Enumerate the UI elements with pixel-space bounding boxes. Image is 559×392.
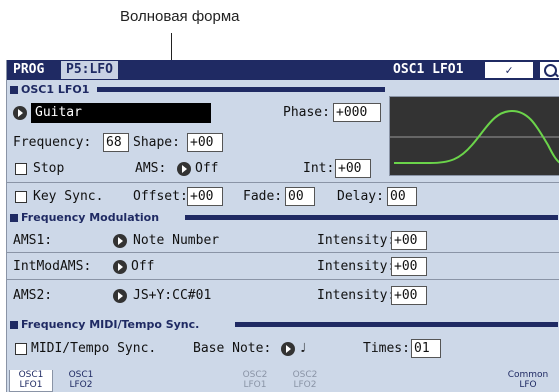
- intensity1-label: Intensity:: [317, 233, 396, 248]
- stop-checkbox[interactable]: [15, 163, 27, 175]
- int-field[interactable]: +00: [335, 159, 371, 178]
- phase-field[interactable]: +000: [333, 103, 381, 122]
- intensity3-field[interactable]: +00: [391, 286, 427, 305]
- int-label: Int:: [303, 161, 335, 176]
- section-marker: [10, 321, 18, 329]
- fade-label: Fade:: [243, 189, 283, 204]
- section-header-frequency-modulation: Frequency Modulation: [7, 211, 559, 224]
- tab-label: LFO1: [243, 380, 267, 390]
- delay-field[interactable]: 00: [387, 187, 417, 206]
- tab-label: OSC2: [242, 370, 268, 380]
- tab-osc2-lfo2[interactable]: OSC2 LFO2: [283, 370, 327, 392]
- tab-label: OSC1: [68, 370, 94, 380]
- key-sync-checkbox[interactable]: [15, 191, 27, 203]
- ams-popup-button[interactable]: [177, 162, 191, 176]
- intmodams-value: Off: [131, 259, 155, 274]
- phase-label: Phase:: [283, 105, 330, 120]
- shape-label: Shape:: [133, 135, 180, 150]
- frequency-field[interactable]: 68: [103, 133, 129, 152]
- search-icon[interactable]: [539, 61, 559, 79]
- ams-value: Off: [195, 161, 219, 176]
- intensity1-field[interactable]: +00: [391, 231, 427, 250]
- section-title: Frequency Modulation: [21, 211, 160, 224]
- ams2-value: JS+Y:CC#01: [133, 288, 212, 303]
- midi-tempo-sync-label: MIDI/Tempo Sync.: [31, 341, 157, 356]
- tab-osc1-lfo2[interactable]: OSC1 LFO2: [59, 370, 103, 392]
- ams1-value: Note Number: [133, 233, 220, 248]
- fade-field[interactable]: 00: [285, 187, 315, 206]
- shape-field[interactable]: +00: [187, 133, 223, 152]
- base-note-popup-button[interactable]: [281, 342, 295, 356]
- section-bar: [235, 322, 558, 327]
- ams1-label: AMS1:: [13, 233, 53, 248]
- mode-label: PROG: [13, 62, 45, 77]
- key-sync-label: Key Sync.: [33, 189, 104, 204]
- tab-label: LFO2: [69, 380, 93, 390]
- tab-label: OSC1: [18, 370, 44, 380]
- tab-label: LFO1: [19, 380, 43, 390]
- section-header-midi-tempo-sync: Frequency MIDI/Tempo Sync.: [7, 318, 559, 331]
- section-marker: [10, 86, 18, 94]
- ams2-popup-button[interactable]: [113, 289, 127, 303]
- waveform-popup-button[interactable]: [13, 106, 27, 120]
- header-bar: PROG P5:LFO OSC1 LFO1 ✓: [7, 60, 559, 80]
- tab-label: Common: [507, 370, 549, 380]
- times-label: Times:: [363, 341, 410, 356]
- section-bar: [185, 215, 558, 220]
- ams2-label: AMS2:: [13, 288, 53, 303]
- ams1-popup-button[interactable]: [113, 234, 127, 248]
- section-title: Frequency MIDI/Tempo Sync.: [21, 318, 200, 331]
- ams-label: AMS:: [135, 161, 167, 176]
- intmodams-label: IntModAMS:: [13, 259, 92, 274]
- tab-label: LFO2: [293, 380, 317, 390]
- page-menu-button[interactable]: ✓: [484, 61, 534, 79]
- page-name: OSC1 LFO1: [393, 62, 464, 77]
- stop-label: Stop: [33, 161, 65, 176]
- waveform-field[interactable]: Guitar: [31, 103, 211, 123]
- offset-field[interactable]: +00: [187, 187, 223, 206]
- tab-common-lfo[interactable]: Common LFO: [501, 370, 555, 392]
- section-title: OSC1 LFO1: [21, 83, 90, 96]
- tab-osc2-lfo1[interactable]: OSC2 LFO1: [233, 370, 277, 392]
- base-note-value: ♩: [299, 341, 307, 356]
- midi-tempo-sync-checkbox[interactable]: [15, 343, 27, 355]
- offset-label: Offset:: [133, 189, 188, 204]
- intensity3-label: Intensity:: [317, 288, 396, 303]
- delay-label: Delay:: [337, 189, 384, 204]
- lfo-screen: PROG P5:LFO OSC1 LFO1 ✓ OSC1 LFO1 Guitar…: [6, 60, 559, 392]
- lfo-waveform-graph: [389, 96, 559, 176]
- tab-label: OSC2: [292, 370, 318, 380]
- section-marker: [10, 214, 18, 222]
- frequency-label: Frequency:: [13, 135, 92, 150]
- intmodams-popup-button[interactable]: [113, 260, 127, 274]
- intensity2-field[interactable]: +00: [391, 257, 427, 276]
- times-field[interactable]: 01: [411, 339, 441, 358]
- page-label: P5:LFO: [61, 61, 118, 79]
- tab-bar: OSC1 LFO1 OSC1 LFO2 OSC2 LFO1 OSC2 LFO2 …: [7, 368, 559, 392]
- divider: [7, 279, 559, 280]
- intensity2-label: Intensity:: [317, 259, 396, 274]
- section-header-lfo: OSC1 LFO1: [7, 83, 387, 96]
- tab-osc1-lfo1[interactable]: OSC1 LFO1: [9, 370, 53, 392]
- waveform-callout: Волновая форма: [120, 8, 240, 25]
- tab-label: LFO: [519, 380, 537, 390]
- base-note-label: Base Note:: [193, 341, 272, 356]
- divider: [7, 252, 559, 253]
- section-bar: [97, 87, 385, 92]
- divider: [7, 182, 559, 183]
